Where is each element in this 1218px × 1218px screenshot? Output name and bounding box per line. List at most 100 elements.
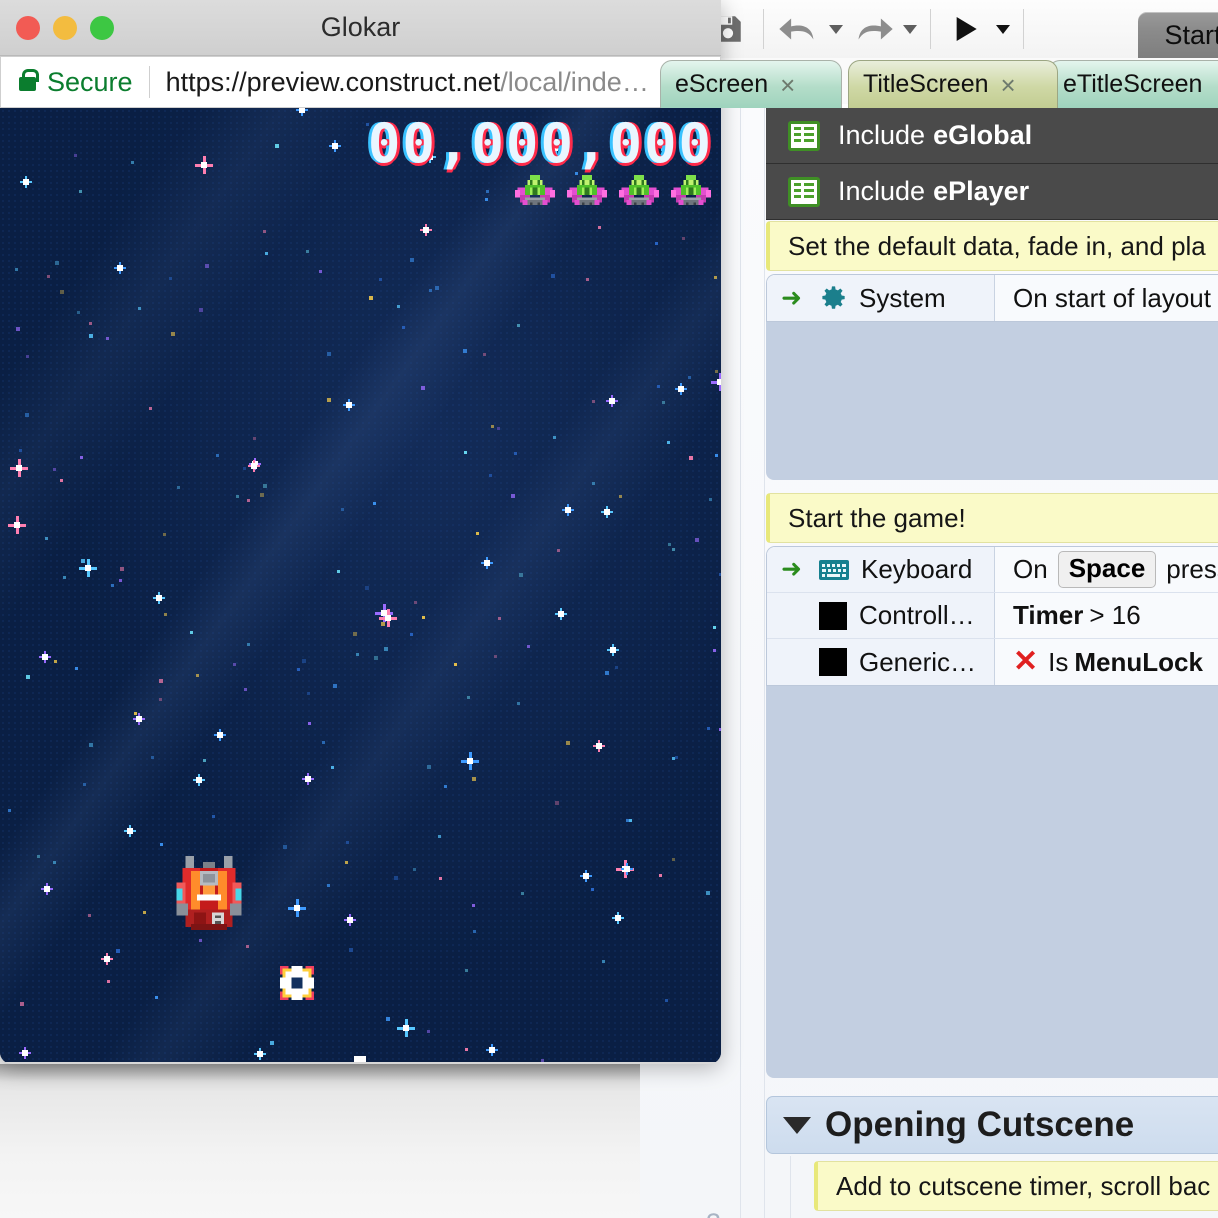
star-dot — [89, 322, 92, 325]
star-dot — [116, 949, 120, 953]
star-dot — [53, 861, 56, 864]
star-dot — [341, 508, 344, 511]
star-dot — [138, 307, 141, 310]
url-path: /local/inde… — [500, 66, 649, 97]
action-block-placeholder[interactable] — [766, 686, 1218, 1078]
star-dot — [60, 290, 64, 294]
star-dot — [386, 1017, 390, 1021]
condition-prefix: On — [1013, 554, 1048, 584]
comment-set-default-data[interactable]: Set the default data, fade in, and pla — [766, 221, 1218, 271]
star-dot — [244, 688, 247, 691]
event-on-start-of-layout[interactable]: ➜ System On start of layout — [766, 274, 1218, 480]
tab-titlescreen[interactable]: TitleScreen × — [848, 60, 1058, 108]
tab-close-icon[interactable]: × — [780, 72, 795, 98]
action-block-placeholder[interactable] — [766, 322, 1218, 480]
condition-bold: MenuLock — [1074, 646, 1203, 677]
arrow-right-icon: ➜ — [781, 555, 802, 583]
star-dot — [216, 454, 219, 457]
event-sheet-panel[interactable]: Include eGlobal Include ePlayer Set the … — [640, 108, 1218, 1218]
run-button[interactable] — [940, 4, 992, 54]
event-object-cell[interactable]: ➜ Generic… — [767, 639, 995, 685]
star-dot — [88, 914, 91, 917]
redo-dropdown[interactable] — [899, 4, 921, 54]
security-label: Secure — [47, 66, 133, 97]
sheet-indent-line — [764, 108, 765, 1218]
star-dot — [107, 980, 110, 983]
undo-button[interactable] — [773, 4, 825, 54]
star-dot — [353, 632, 357, 636]
star-dot — [246, 945, 249, 948]
star-dot — [275, 144, 279, 148]
star-dot — [74, 154, 77, 157]
event-condition-cell[interactable]: On start of layout — [995, 275, 1218, 321]
event-condition-cell[interactable]: Timer > 16 — [995, 593, 1218, 638]
comment-add-to-cutscene-timer[interactable]: Add to cutscene timer, scroll bac — [814, 1161, 1218, 1211]
star-dot — [149, 407, 152, 410]
star-dot — [247, 643, 250, 646]
triangle-down-icon[interactable] — [783, 1116, 811, 1134]
star-dot — [422, 616, 425, 619]
star-dot — [297, 668, 300, 671]
comment-text: Set the default data, fade in, and pla — [766, 221, 1218, 271]
event-row[interactable]: ➜ Generic… ✕ Is MenuLock — [767, 639, 1218, 685]
star-dot — [551, 274, 555, 278]
event-condition-cell[interactable]: On Space press — [995, 547, 1218, 592]
tab-etitlescreen[interactable]: eTitleScreen — [1048, 60, 1218, 108]
star-dot — [265, 252, 268, 255]
event-start-the-game[interactable]: ➜ Keyboard On Space pres Controll… Timer… — [766, 546, 1218, 1078]
star-dot — [120, 567, 124, 571]
browser-window[interactable]: Glokar Secure https://preview.construct.… — [0, 0, 721, 1064]
star-dot — [439, 877, 442, 880]
star-dot — [308, 722, 311, 725]
event-condition-cell[interactable]: ✕ Is MenuLock — [995, 639, 1218, 685]
star-dot — [80, 456, 83, 459]
star-dot — [527, 645, 530, 648]
star-dot — [37, 855, 40, 858]
event-row[interactable]: ➜ Keyboard On Space pres — [767, 547, 1218, 593]
comment-start-the-game[interactable]: Start the game! — [766, 493, 1218, 543]
include-row-eplayer[interactable]: Include ePlayer — [766, 164, 1218, 220]
chevron-down-icon — [996, 24, 1010, 34]
star-dot — [159, 679, 163, 683]
event-row[interactable]: ➜ Controll… Timer > 16 — [767, 593, 1218, 639]
start-button[interactable]: Start — [1138, 12, 1218, 58]
tab-close-icon[interactable]: × — [1001, 72, 1016, 98]
condition-bold: Timer — [1013, 600, 1084, 630]
run-dropdown[interactable] — [992, 4, 1014, 54]
star-dot — [163, 533, 166, 536]
star-dot — [306, 250, 309, 253]
undo-dropdown[interactable] — [825, 4, 847, 54]
event-object-cell[interactable]: ➜ System — [767, 275, 995, 321]
address-bar[interactable]: Secure https://preview.construct.net /lo… — [0, 56, 721, 108]
event-object-cell[interactable]: ➜ Keyboard — [767, 547, 995, 592]
star-dot — [327, 352, 331, 356]
star-dot — [463, 349, 467, 353]
event-object-cell[interactable]: ➜ Controll… — [767, 593, 995, 638]
star-dot — [55, 261, 59, 265]
star-dot — [695, 538, 699, 542]
group-opening-cutscene[interactable]: Opening Cutscene — [766, 1096, 1218, 1154]
star-dot — [177, 486, 180, 489]
star-dot — [511, 494, 515, 498]
star-dot — [345, 861, 348, 864]
game-canvas[interactable]: 00,000,000 — [0, 108, 721, 1062]
life-icon — [515, 174, 555, 205]
star-dot — [467, 696, 470, 699]
star-dot — [397, 305, 400, 308]
star-dot — [413, 868, 416, 871]
include-row-eglobal[interactable]: Include eGlobal — [766, 108, 1218, 164]
event-number: 3 — [706, 1208, 721, 1218]
event-row[interactable]: ➜ System On start of layout — [767, 275, 1218, 321]
event-object-name: Generic… — [859, 646, 977, 677]
star-dot — [63, 576, 66, 579]
event-object-name: Controll… — [859, 600, 975, 630]
star-dot — [592, 482, 595, 485]
star-dot — [491, 425, 494, 428]
redo-button[interactable] — [847, 4, 899, 54]
group-header[interactable]: Opening Cutscene — [766, 1096, 1218, 1154]
tab-escreen[interactable]: eScreen × — [660, 60, 842, 108]
star-dot — [472, 904, 475, 907]
star-dot — [270, 1041, 274, 1045]
star-dot — [89, 334, 93, 338]
toolbar-divider-2 — [930, 9, 931, 49]
